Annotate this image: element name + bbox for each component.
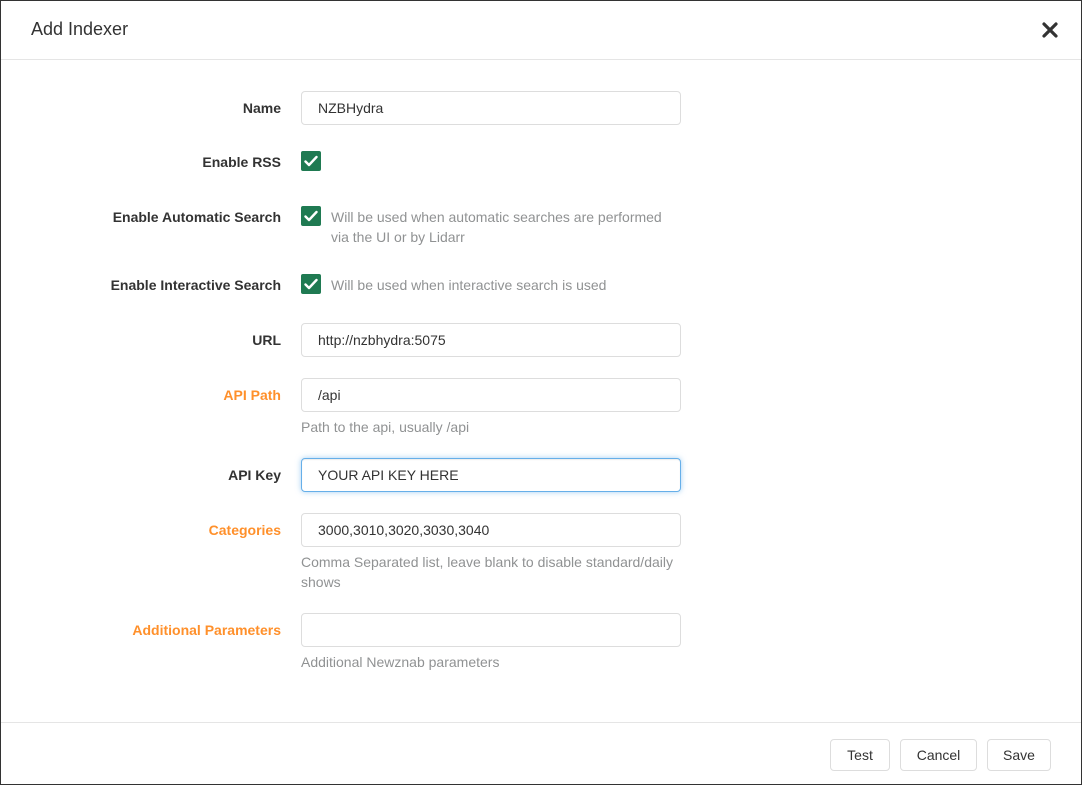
additional-parameters-label: Additional Parameters [132, 622, 281, 638]
enable-rss-label: Enable RSS [202, 154, 281, 170]
additional-parameters-input[interactable] [301, 613, 681, 647]
api-path-input[interactable] [301, 378, 681, 412]
close-icon [1042, 22, 1058, 38]
url-label: URL [252, 332, 281, 348]
categories-help: Comma Separated list, leave blank to dis… [301, 554, 673, 590]
api-key-label: API Key [228, 467, 281, 483]
enable-automatic-search-help: Will be used when automatic searches are… [331, 209, 662, 245]
cancel-button[interactable]: Cancel [900, 739, 977, 771]
test-button[interactable]: Test [830, 739, 890, 771]
checkmark-icon [304, 210, 318, 222]
categories-input[interactable] [301, 513, 681, 547]
name-label: Name [242, 100, 281, 116]
additional-parameters-help: Additional Newznab parameters [301, 654, 500, 670]
api-path-label: API Path [223, 387, 281, 403]
categories-label: Categories [208, 522, 281, 538]
enable-rss-checkbox[interactable] [301, 151, 321, 171]
checkmark-icon [304, 155, 318, 167]
checkmark-icon [304, 278, 318, 290]
modal-footer: Test Cancel Save [1, 722, 1081, 784]
enable-interactive-search-label: Enable Interactive Search [110, 277, 281, 293]
api-path-help: Path to the api, usually /api [301, 419, 470, 435]
enable-interactive-search-help: Will be used when interactive search is … [331, 277, 607, 293]
enable-automatic-search-label: Enable Automatic Search [112, 209, 281, 225]
save-button[interactable]: Save [987, 739, 1051, 771]
add-indexer-modal: Add Indexer Name Enable RSS Enable Autom… [0, 0, 1082, 785]
modal-header: Add Indexer [1, 1, 1081, 60]
enable-interactive-search-checkbox[interactable] [301, 274, 321, 294]
api-key-input[interactable] [301, 458, 681, 492]
modal-title: Add Indexer [31, 19, 129, 39]
close-button[interactable] [1037, 17, 1063, 43]
enable-automatic-search-checkbox[interactable] [301, 206, 321, 226]
name-input[interactable] [301, 91, 681, 125]
url-input[interactable] [301, 323, 681, 357]
modal-body: Name Enable RSS Enable Automatic Search … [1, 61, 1081, 722]
